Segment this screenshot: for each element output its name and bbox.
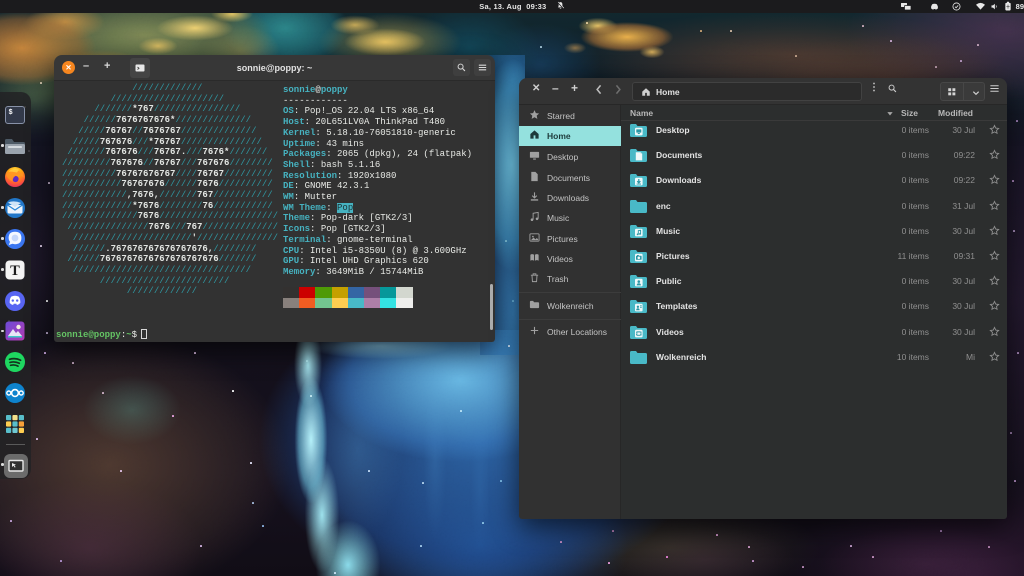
svg-text:$: $ bbox=[9, 109, 13, 117]
svg-text:T: T bbox=[10, 263, 20, 279]
